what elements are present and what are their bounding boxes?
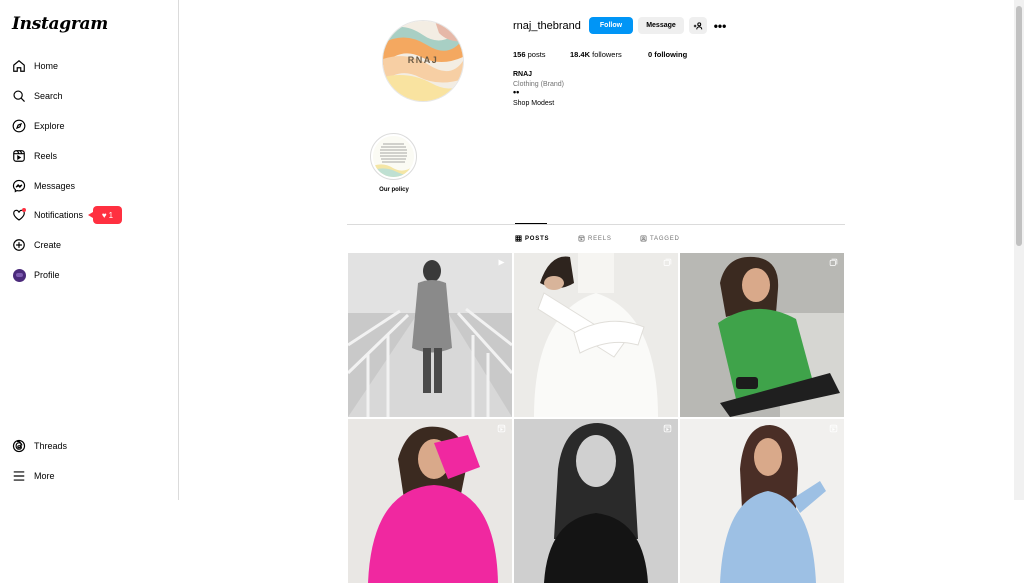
sidebar-item-label: Profile bbox=[34, 270, 60, 280]
home-icon bbox=[12, 59, 26, 73]
sidebar-item-messages[interactable]: Messages bbox=[12, 175, 75, 197]
page-scrollbar[interactable] bbox=[1014, 0, 1024, 500]
profile-avatar[interactable]: RNAJ bbox=[383, 21, 463, 101]
profile-category: Clothing (Brand) bbox=[513, 81, 564, 88]
tab-reels[interactable]: REELS bbox=[578, 235, 612, 242]
sidebar-item-label: Messages bbox=[34, 181, 76, 191]
profile-bio: Shop Modest bbox=[513, 100, 555, 107]
more-options-button[interactable]: ••• bbox=[712, 17, 728, 34]
post-thumbnail[interactable] bbox=[680, 419, 844, 583]
reel-indicator-icon bbox=[497, 424, 506, 433]
add-person-icon bbox=[693, 21, 703, 29]
compass-icon bbox=[12, 119, 26, 133]
sidebar-item-label: Search bbox=[34, 91, 63, 101]
avatar bbox=[12, 268, 26, 282]
post-image bbox=[514, 253, 678, 417]
sidebar-item-create[interactable]: Create bbox=[12, 234, 61, 256]
heart-icon: ♥ bbox=[101, 210, 107, 220]
sidebar-item-label: Threads bbox=[34, 441, 68, 451]
notification-count: 1 bbox=[108, 210, 114, 220]
reels-icon bbox=[12, 149, 26, 163]
menu-icon bbox=[12, 469, 26, 483]
carousel-icon bbox=[663, 258, 672, 266]
sidebar-item-explore[interactable]: Explore bbox=[12, 115, 65, 137]
sidebar-item-search[interactable]: Search bbox=[12, 85, 63, 107]
message-button[interactable]: Message bbox=[638, 17, 684, 34]
following-label: following bbox=[654, 50, 688, 59]
post-image bbox=[348, 253, 512, 417]
followers-stat[interactable]: 18.4K followers bbox=[570, 50, 622, 59]
posts-count: 156 bbox=[513, 50, 526, 59]
following-stat[interactable]: 0 following bbox=[648, 50, 687, 59]
active-tab-indicator bbox=[515, 223, 547, 224]
notification-badge[interactable]: ♥ 1 bbox=[88, 206, 122, 224]
tab-tagged[interactable]: TAGGED bbox=[640, 235, 680, 242]
post-thumbnail[interactable] bbox=[348, 419, 512, 583]
reel-indicator-icon bbox=[663, 424, 672, 433]
bio-dots: •• bbox=[513, 87, 520, 97]
sidebar-item-label: Reels bbox=[34, 151, 58, 161]
sidebar-item-label: Home bbox=[34, 61, 59, 71]
highlight-label: Our policy bbox=[379, 187, 409, 193]
search-icon bbox=[12, 89, 26, 103]
plus-square-icon bbox=[12, 238, 26, 252]
follow-button[interactable]: Follow bbox=[589, 17, 633, 34]
posts-label: posts bbox=[527, 50, 546, 59]
sidebar-item-label: More bbox=[34, 471, 55, 481]
reel-indicator-icon bbox=[829, 424, 838, 433]
avatar-brand-text: RNAJ bbox=[407, 55, 439, 65]
highlight-cover-art bbox=[373, 136, 414, 177]
reels-icon bbox=[578, 235, 585, 242]
messenger-icon bbox=[12, 179, 26, 193]
posts-count-stat: 156 posts bbox=[513, 50, 546, 59]
story-highlight[interactable] bbox=[370, 133, 417, 180]
grid-icon bbox=[515, 235, 522, 242]
tagged-icon bbox=[640, 235, 647, 242]
suggest-user-button[interactable] bbox=[689, 17, 707, 34]
post-thumbnail[interactable] bbox=[514, 419, 678, 583]
scrollbar-thumb[interactable] bbox=[1016, 6, 1022, 246]
tabs-divider bbox=[347, 224, 845, 225]
profile-username: rnaj_thebrand bbox=[513, 20, 581, 32]
post-image bbox=[680, 253, 844, 417]
profile-full-name: RNAJ bbox=[513, 71, 533, 78]
tab-label: TAGGED bbox=[650, 235, 680, 242]
sidebar-item-label: Create bbox=[34, 240, 62, 250]
post-image bbox=[680, 419, 844, 583]
sidebar-item-label: Notifications bbox=[34, 210, 84, 220]
sidebar-item-home[interactable]: Home bbox=[12, 55, 58, 77]
sidebar-item-label: Explore bbox=[34, 121, 65, 131]
post-thumbnail[interactable] bbox=[348, 253, 512, 417]
followers-label: followers bbox=[592, 50, 622, 59]
carousel-icon bbox=[829, 258, 838, 266]
post-thumbnail[interactable] bbox=[680, 253, 844, 417]
following-count: 0 bbox=[648, 50, 653, 59]
threads-icon bbox=[12, 439, 26, 453]
post-image bbox=[348, 419, 512, 583]
reel-indicator-icon bbox=[498, 259, 505, 266]
ellipsis-icon: ••• bbox=[713, 18, 727, 33]
instagram-logo[interactable]: Instagram bbox=[12, 14, 108, 34]
tab-posts[interactable]: POSTS bbox=[515, 235, 549, 242]
sidebar-item-profile[interactable]: Profile bbox=[12, 264, 60, 286]
followers-count: 18.4K bbox=[570, 50, 591, 59]
sidebar: Instagram Home Search Explore Reels Mess… bbox=[0, 0, 179, 500]
highlight-cover bbox=[373, 136, 414, 177]
tab-label: POSTS bbox=[525, 235, 550, 242]
post-image bbox=[514, 419, 678, 583]
tab-label: REELS bbox=[588, 235, 612, 242]
notification-dot bbox=[22, 208, 26, 212]
sidebar-item-more[interactable]: More bbox=[12, 465, 55, 487]
sidebar-item-reels[interactable]: Reels bbox=[12, 145, 57, 167]
sidebar-item-threads[interactable]: Threads bbox=[12, 435, 67, 457]
post-thumbnail[interactable] bbox=[514, 253, 678, 417]
